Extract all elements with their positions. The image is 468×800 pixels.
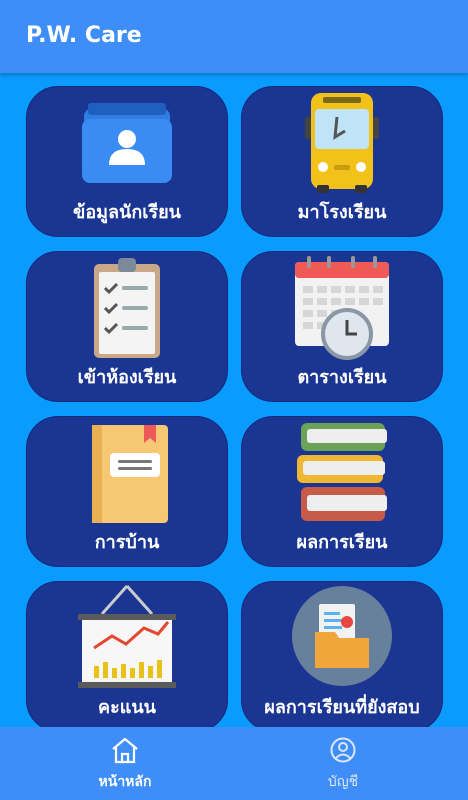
account-icon: [330, 737, 356, 763]
chart-board-icon: [78, 585, 176, 688]
home-icon: [112, 737, 138, 764]
nav-item-home[interactable]: หน้าหลัก: [8, 727, 242, 800]
menu-tile-go-to-school[interactable]: มาโรงเรียน: [241, 86, 443, 237]
menu-tile-timetable[interactable]: ตารางเรียน: [241, 251, 443, 402]
school-bus-icon: [305, 93, 379, 193]
menu-tile-label: เข้าห้องเรียน: [77, 367, 177, 388]
menu-tile-homework[interactable]: การบ้าน: [26, 416, 228, 567]
notebook-icon: [92, 425, 168, 523]
nav-label-account: บัญชี: [327, 774, 359, 790]
menu-tile-attend-class[interactable]: เข้าห้องเรียน: [26, 251, 228, 402]
menu-tile-grades[interactable]: ผลการเรียน: [241, 416, 443, 567]
app-title: P.W. Care: [26, 23, 142, 48]
app-bar: P.W. Care: [0, 0, 468, 73]
nav-label-home: หน้าหลัก: [98, 774, 152, 790]
menu-tile-label: ผลการเรียนที่ยังสอบ: [264, 697, 420, 718]
menu-tile-scores[interactable]: คะแนน: [26, 581, 228, 732]
menu-tile-label: คะแนน: [98, 697, 156, 718]
clipboard-checklist-icon: [94, 258, 160, 358]
menu-tile-pending-results[interactable]: ผลการเรียนที่ยังสอบ: [241, 581, 443, 732]
menu-tile-label: ข้อมูลนักเรียน: [73, 202, 181, 223]
nav-item-account[interactable]: บัญชี: [226, 727, 460, 800]
book-stack-icon: [297, 423, 387, 521]
menu-tile-label: ผลการเรียน: [296, 532, 388, 553]
bottom-navigation: หน้าหลัก บัญชี: [0, 727, 468, 800]
student-folder-icon: [82, 103, 172, 183]
menu-tile-student-info[interactable]: ข้อมูลนักเรียน: [26, 86, 228, 237]
menu-tile-label: ตารางเรียน: [297, 367, 387, 388]
folder-report-icon: [292, 586, 392, 686]
calendar-clock-icon: [295, 256, 389, 360]
menu-tile-label: การบ้าน: [94, 532, 160, 553]
menu-tile-label: มาโรงเรียน: [297, 202, 387, 223]
